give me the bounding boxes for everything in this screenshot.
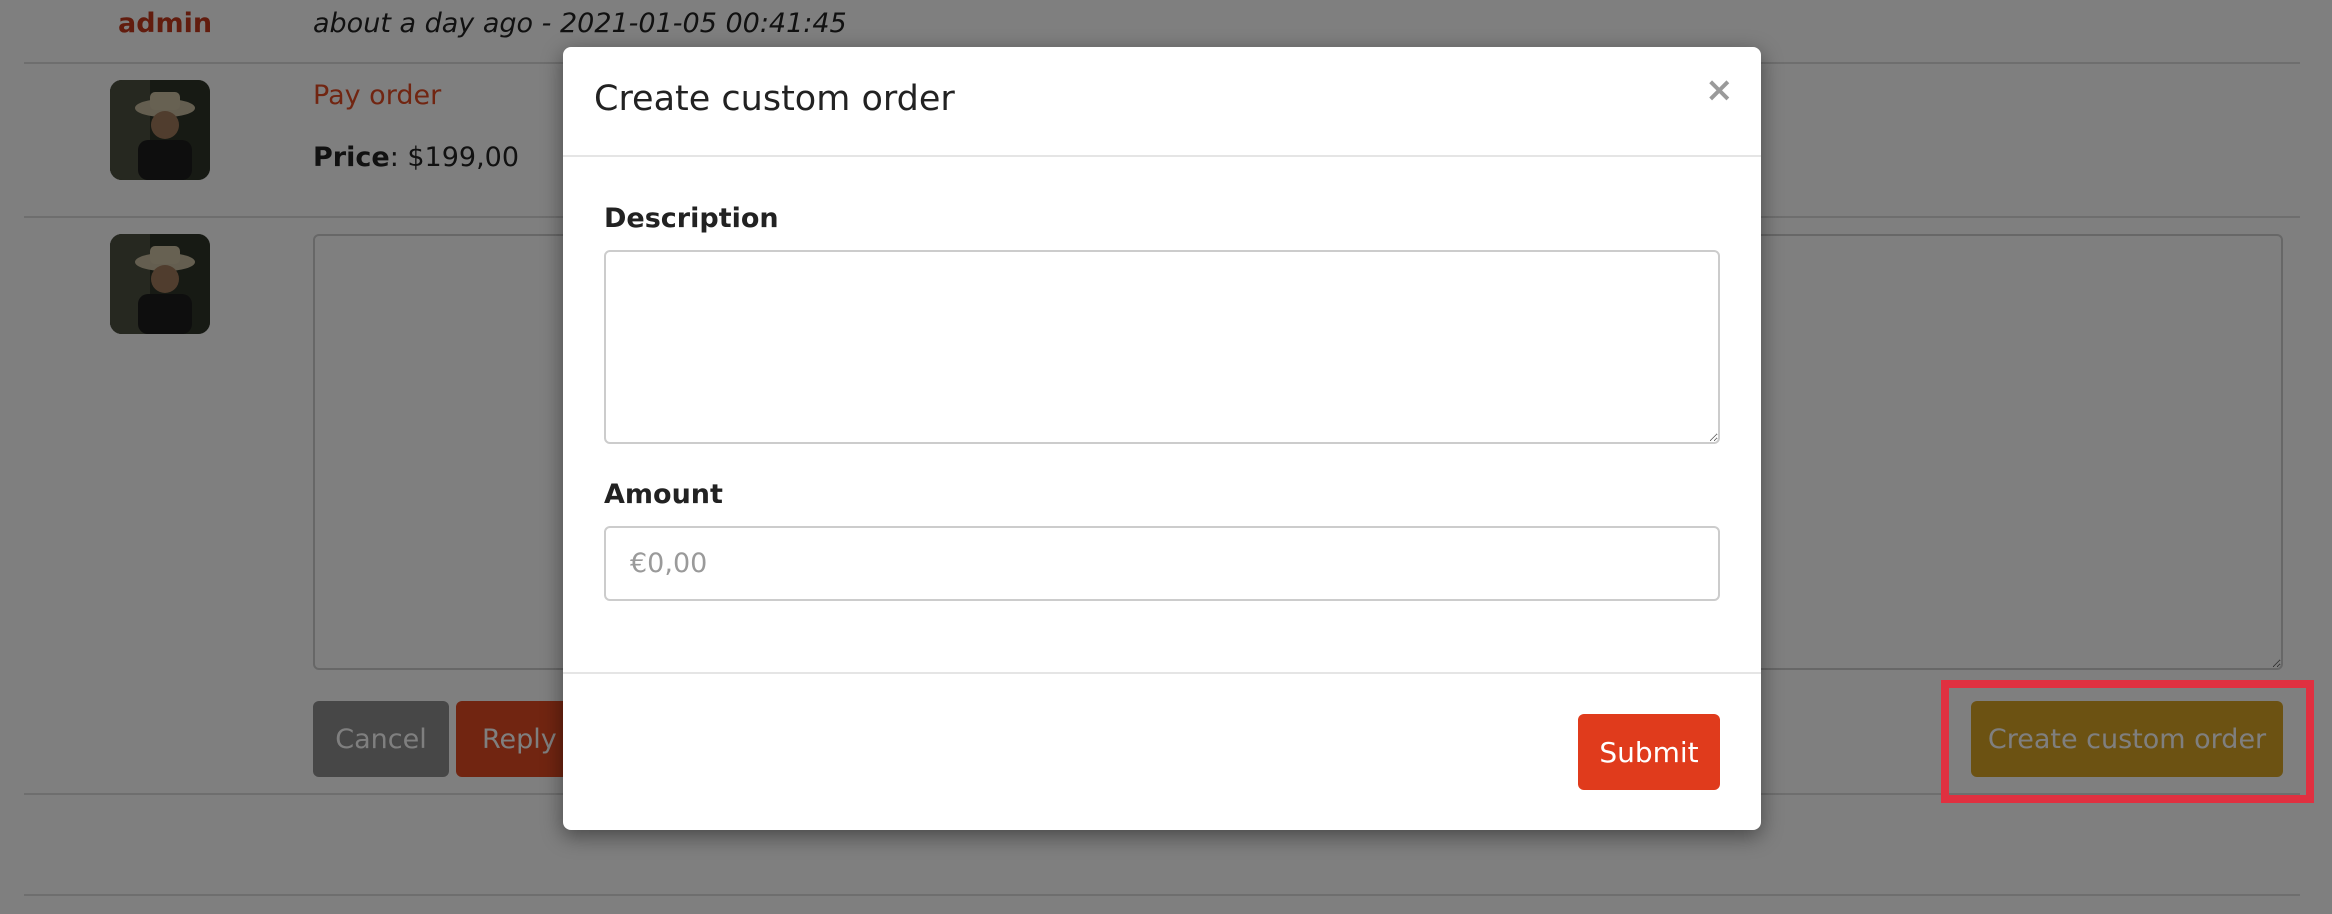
modal-title: Create custom order	[594, 79, 955, 119]
description-label: Description	[604, 203, 779, 234]
amount-label: Amount	[604, 479, 723, 510]
submit-button[interactable]: Submit	[1578, 714, 1720, 790]
close-icon[interactable]: ×	[1699, 69, 1739, 110]
description-textarea[interactable]	[604, 250, 1720, 444]
amount-input[interactable]	[604, 526, 1720, 601]
modal-header: Create custom order ×	[563, 47, 1761, 157]
create-custom-order-modal: Create custom order × Description Amount…	[563, 47, 1761, 830]
